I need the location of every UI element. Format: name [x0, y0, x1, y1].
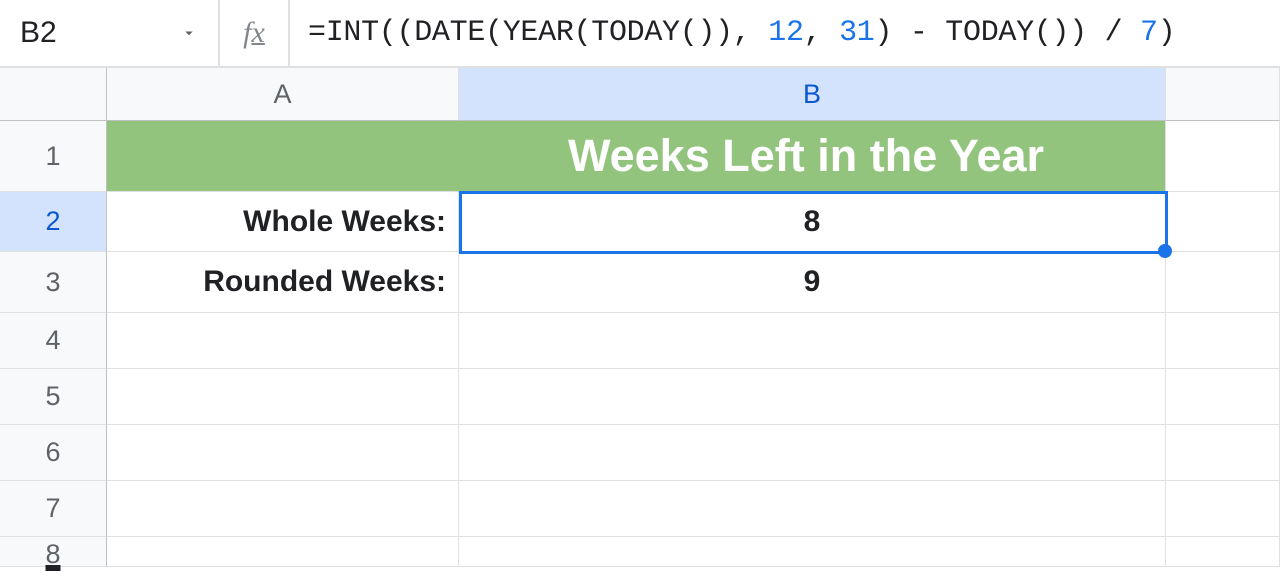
row-header-2[interactable]: 2: [0, 192, 107, 252]
cell-B1[interactable]: Weeks Left in the Year: [459, 121, 1166, 192]
cell-C8[interactable]: [1166, 537, 1280, 567]
cell-A1[interactable]: [107, 121, 459, 192]
cell-A4[interactable]: [107, 313, 459, 369]
cell-B2[interactable]: 8: [459, 192, 1166, 252]
select-all-corner[interactable]: [0, 68, 107, 121]
cell-A6[interactable]: [107, 425, 459, 481]
cell-B7[interactable]: [459, 481, 1166, 537]
cell-C1[interactable]: [1166, 121, 1280, 192]
cell-C6[interactable]: [1166, 425, 1280, 481]
column-header-B[interactable]: B: [459, 68, 1166, 121]
cell-B5[interactable]: [459, 369, 1166, 425]
name-box-wrapper[interactable]: B2: [0, 0, 220, 66]
cell-A3[interactable]: Rounded Weeks:: [107, 252, 459, 313]
formula-num3: 7: [1140, 16, 1158, 50]
row-header-3[interactable]: 3: [0, 252, 107, 313]
cell-B4[interactable]: [459, 313, 1166, 369]
row-header-1[interactable]: 1: [0, 121, 107, 192]
row-header-4[interactable]: 4: [0, 313, 107, 369]
cell-C5[interactable]: [1166, 369, 1280, 425]
formula-num2: 31: [839, 16, 874, 50]
formula-bar: B2 fx =INT((DATE(YEAR(TODAY()), 12, 31) …: [0, 0, 1280, 68]
formula-prefix: =INT((DATE(YEAR(TODAY()),: [308, 16, 768, 50]
column-header-extra[interactable]: [1166, 68, 1280, 121]
formula-input[interactable]: =INT((DATE(YEAR(TODAY()), 12, 31) - TODA…: [290, 16, 1280, 50]
cell-B6[interactable]: [459, 425, 1166, 481]
cell-C4[interactable]: [1166, 313, 1280, 369]
spreadsheet-grid: A B 1 Weeks Left in the Year 2 Whole Wee…: [0, 68, 1280, 567]
cell-A7[interactable]: [107, 481, 459, 537]
cell-C3[interactable]: [1166, 252, 1280, 313]
cell-B8[interactable]: [459, 537, 1166, 567]
row-header-5[interactable]: 5: [0, 369, 107, 425]
cell-A2[interactable]: Whole Weeks:: [107, 192, 459, 252]
cell-A8[interactable]: [107, 537, 459, 567]
fx-icon: fx: [220, 0, 290, 66]
chevron-down-icon[interactable]: [180, 24, 198, 42]
row-header-7[interactable]: 7: [0, 481, 107, 537]
row-header-6[interactable]: 6: [0, 425, 107, 481]
cell-B3[interactable]: 9: [459, 252, 1166, 313]
cell-C7[interactable]: [1166, 481, 1280, 537]
formula-mid: ) - TODAY()) /: [875, 16, 1141, 50]
cell-C2[interactable]: [1166, 192, 1280, 252]
formula-suffix: ): [1158, 16, 1176, 50]
name-box[interactable]: B2: [20, 16, 180, 50]
row-header-8[interactable]: 8: [0, 537, 107, 567]
cell-A5[interactable]: [107, 369, 459, 425]
formula-num1: 12: [768, 16, 803, 50]
column-header-A[interactable]: A: [107, 68, 459, 121]
formula-sep1: ,: [804, 16, 839, 50]
